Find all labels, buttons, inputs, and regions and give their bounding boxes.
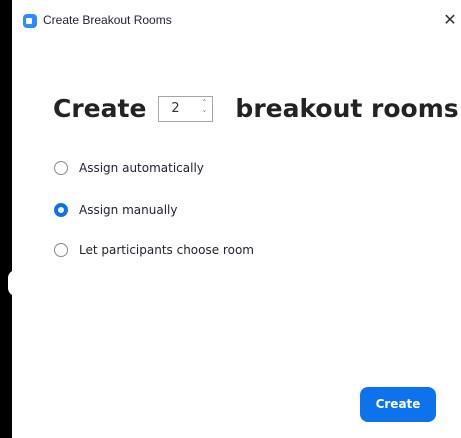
breakout-rooms-suffix-text: breakout rooms xyxy=(235,94,459,123)
radio-assign-manually[interactable] xyxy=(54,203,68,217)
room-count-value[interactable]: 2 xyxy=(171,97,179,121)
option-label: Assign manually xyxy=(79,203,178,217)
radio-let-participants-choose[interactable] xyxy=(54,243,68,257)
radio-assign-automatically[interactable] xyxy=(54,161,68,175)
stepper-down-icon[interactable]: ˅ xyxy=(198,109,210,120)
create-prefix-text: Create xyxy=(53,94,147,123)
stepper-arrows: ˄ ˅ xyxy=(198,98,210,120)
option-assign-manually[interactable]: Assign manually xyxy=(54,200,177,220)
option-label: Let participants choose room xyxy=(79,243,254,257)
stepper-up-icon[interactable]: ˄ xyxy=(198,98,210,109)
background-window-edge xyxy=(0,0,16,438)
option-let-participants-choose[interactable]: Let participants choose room xyxy=(54,240,254,260)
create-breakout-rooms-dialog: Create Breakout Rooms ✕ Create 2 ˄ ˅ bre… xyxy=(12,0,461,438)
title-bar[interactable]: Create Breakout Rooms ✕ xyxy=(12,0,461,44)
window-title: Create Breakout Rooms xyxy=(43,13,172,27)
room-count-row: Create 2 ˄ ˅ breakout rooms xyxy=(53,91,459,127)
option-assign-automatically[interactable]: Assign automatically xyxy=(54,158,204,178)
zoom-app-icon xyxy=(23,14,37,28)
close-icon[interactable]: ✕ xyxy=(439,8,461,32)
room-count-stepper[interactable]: 2 ˄ ˅ xyxy=(158,96,214,122)
option-label: Assign automatically xyxy=(79,161,204,175)
create-button[interactable]: Create xyxy=(360,387,436,422)
